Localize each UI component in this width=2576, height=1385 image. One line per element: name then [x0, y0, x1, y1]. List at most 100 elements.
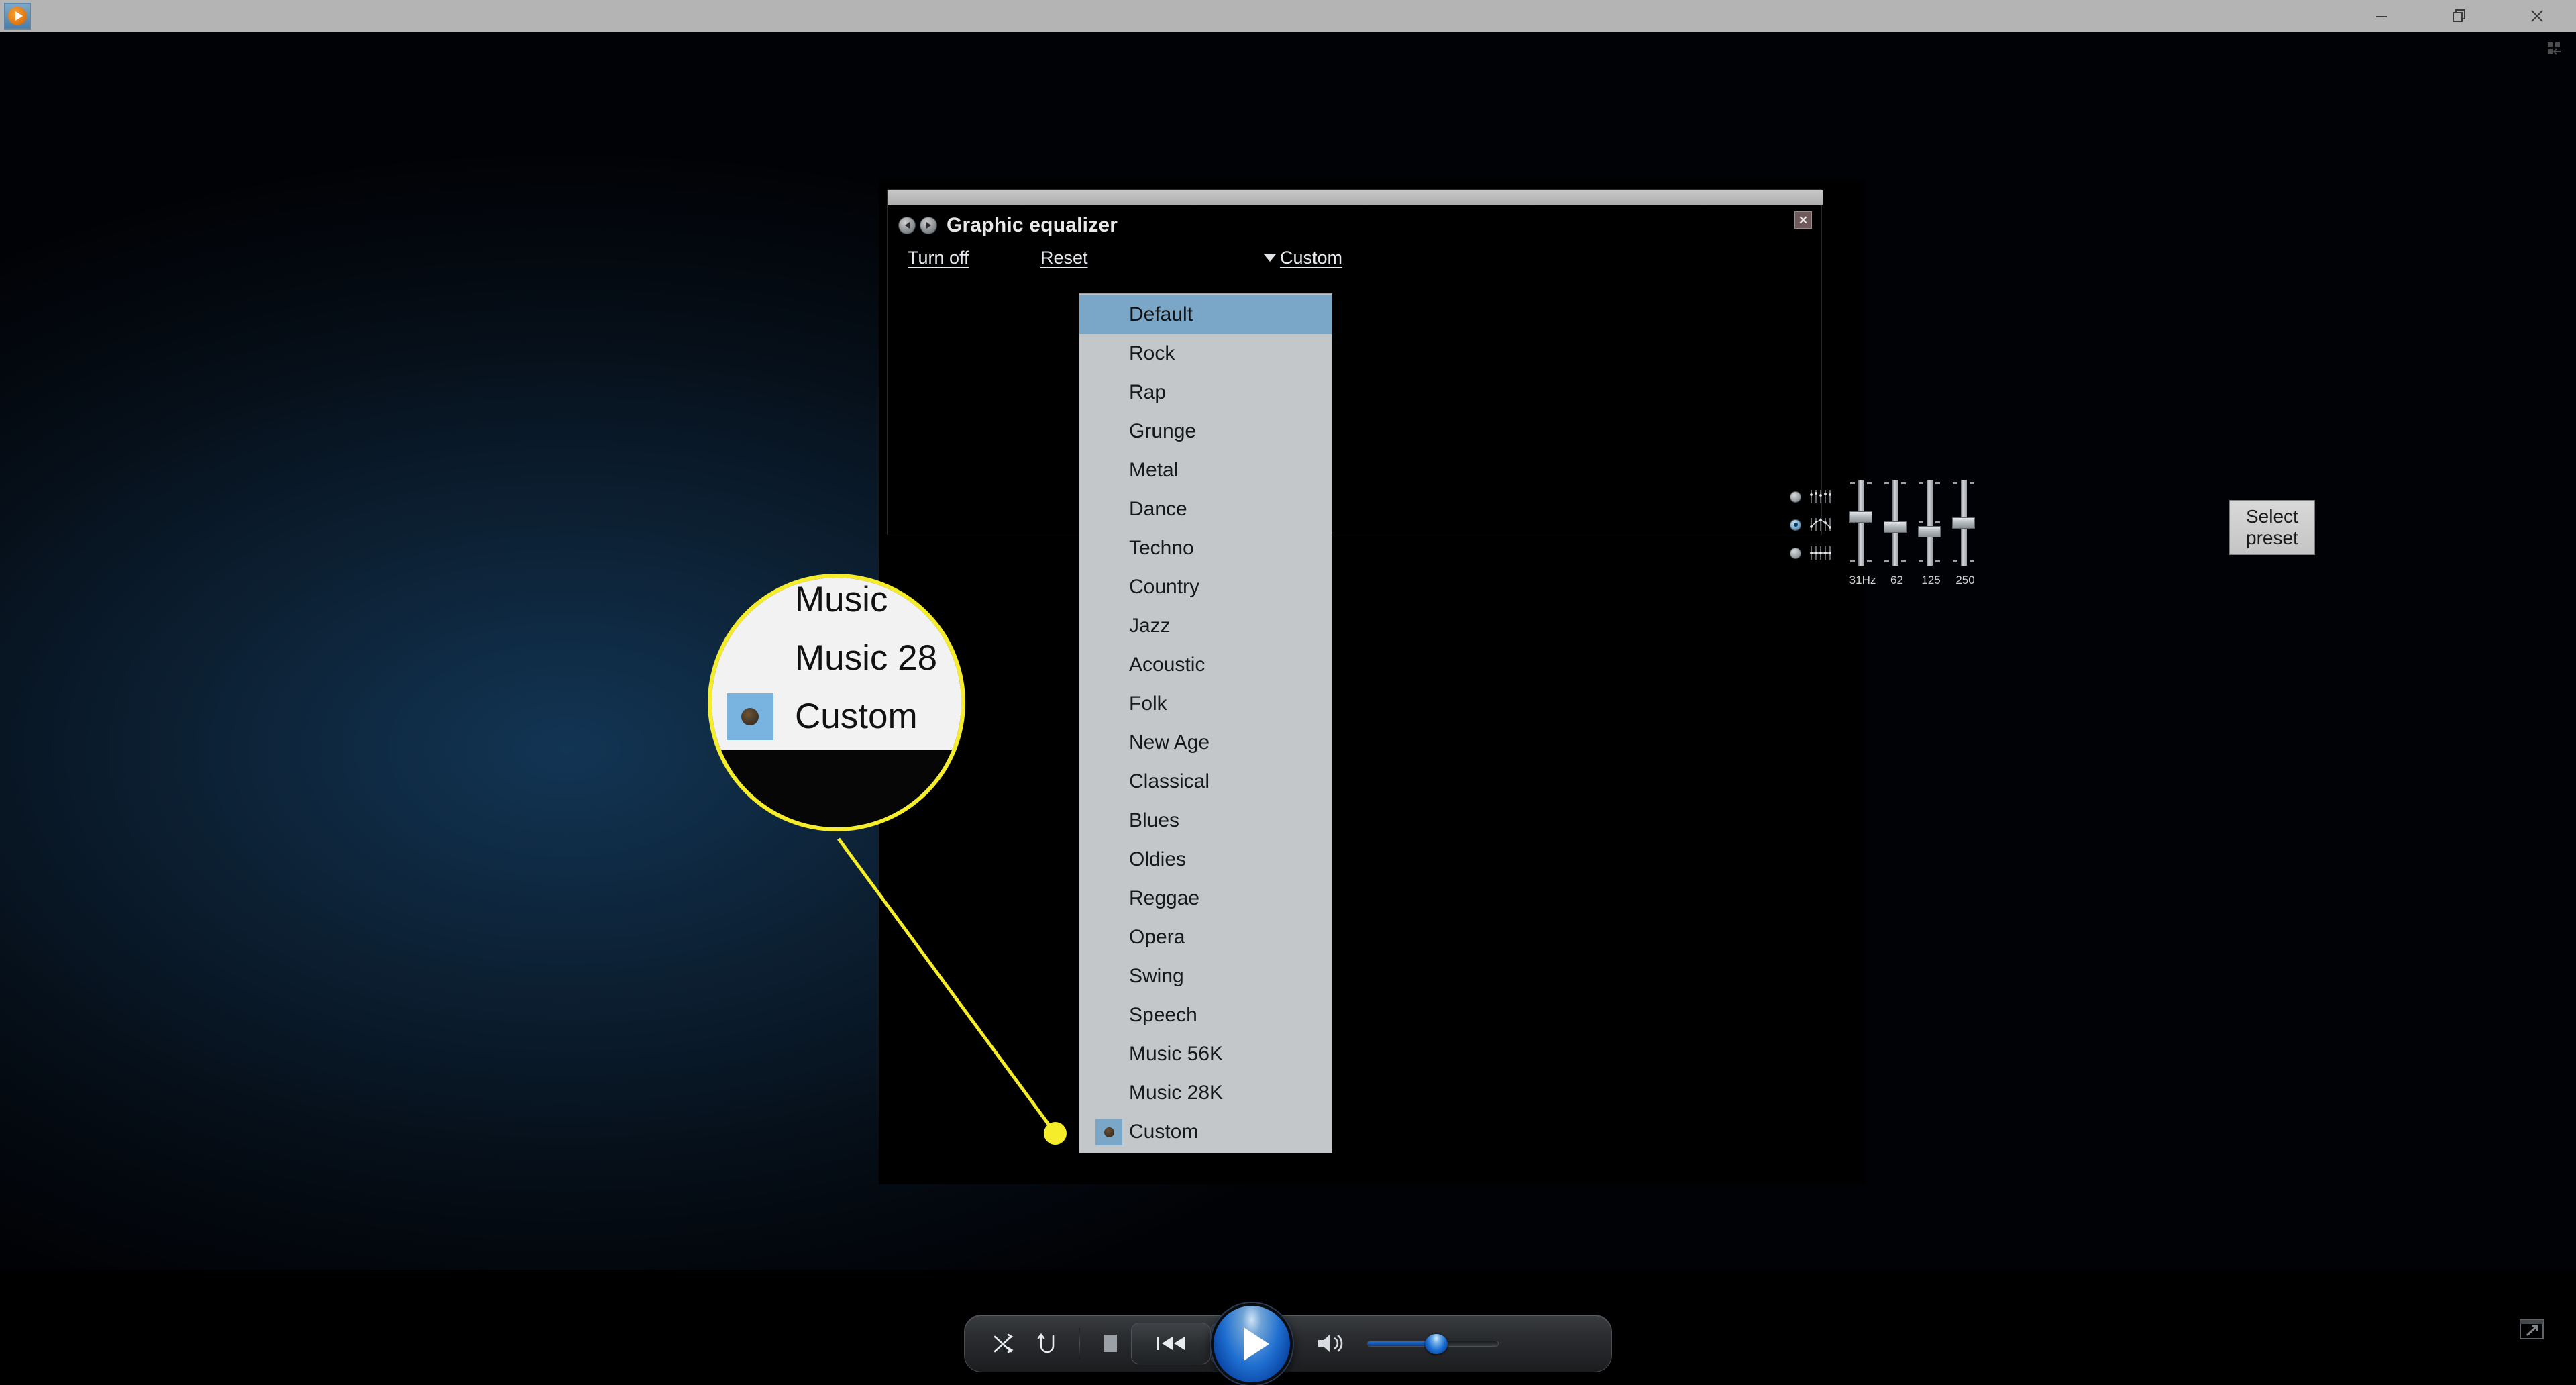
preset-option-dance[interactable]: Dance — [1079, 490, 1332, 529]
eq-slider-track — [1858, 480, 1864, 566]
callout-zoom-content: Music Music 28 Custom — [712, 578, 961, 750]
preset-option-metal[interactable]: Metal — [1079, 451, 1332, 490]
preset-option-rap[interactable]: Rap — [1079, 373, 1332, 412]
preset-option-blues[interactable]: Blues — [1079, 801, 1332, 840]
preset-option-techno[interactable]: Techno — [1079, 529, 1332, 568]
preset-option-label: Jazz — [1129, 615, 1171, 637]
eq-slider-thumb[interactable] — [1952, 517, 1975, 529]
eq-band-slider[interactable] — [1884, 480, 1907, 580]
eq-header: Graphic equalizer — [898, 214, 1118, 237]
callout-line-2: Music 28 — [795, 638, 938, 678]
eq-close-button[interactable]: ✕ — [1794, 211, 1812, 229]
eq-band-slider[interactable] — [1918, 480, 1941, 580]
preset-option-label: Classical — [1129, 770, 1210, 792]
volume-slider-thumb[interactable] — [1425, 1334, 1448, 1354]
previous-track-icon[interactable] — [1131, 1323, 1210, 1364]
select-preset-button[interactable]: Select preset — [2229, 500, 2315, 555]
eq-slider-track — [1927, 480, 1933, 566]
preset-combobox-value: Custom — [1280, 248, 1343, 268]
eq-slider-thumb[interactable] — [1918, 526, 1941, 537]
eq-band-label: 250 — [1955, 574, 1975, 586]
preset-option-label: Music 28K — [1129, 1082, 1224, 1104]
chevron-right-circle-icon[interactable] — [920, 217, 937, 234]
preset-option-label: Dance — [1129, 498, 1187, 520]
preset-option-jazz[interactable]: Jazz — [1079, 607, 1332, 646]
eq-slider-thumb[interactable] — [1884, 521, 1907, 533]
preset-option-label: Opera — [1129, 926, 1185, 948]
preset-option-label: Grunge — [1129, 420, 1197, 442]
radio-dot — [1790, 491, 1801, 503]
graphic-equalizer-panel: Graphic equalizer ✕ Turn off Reset Custo… — [887, 189, 2315, 586]
eq-slider-thumb[interactable] — [1849, 511, 1872, 523]
preset-option-label: Metal — [1129, 459, 1179, 481]
eq-band-labels: 31Hz 62 125 250 — [1845, 574, 1982, 587]
preset-dropdown-list[interactable]: Default Rock Rap Grunge Metal Dance Techno Coun… — [1079, 293, 1332, 1153]
preset-option-label: Default — [1129, 303, 1193, 325]
preset-option-rock[interactable]: Rock — [1079, 334, 1332, 373]
callout-line-1: Music — [795, 580, 888, 619]
restore-button[interactable] — [2420, 0, 2498, 32]
eq-mode-radio-group — [1790, 488, 1837, 562]
independent-sliders-icon — [1810, 490, 1831, 503]
resize-grip-icon[interactable] — [2546, 40, 2563, 58]
preset-option-opera[interactable]: Opera — [1079, 918, 1332, 957]
preset-option-new-age[interactable]: New Age — [1079, 723, 1332, 762]
preset-option-label: Speech — [1129, 1004, 1197, 1026]
eq-mode-radio-loose[interactable] — [1790, 516, 1835, 533]
eq-panel-titlebar — [888, 190, 1823, 205]
stop-icon[interactable] — [1089, 1321, 1131, 1366]
window-titlebar — [0, 0, 2576, 32]
reset-link[interactable]: Reset — [1040, 248, 1088, 268]
tight-sliders-icon — [1810, 546, 1831, 560]
callout-selected-radio — [727, 693, 773, 740]
preset-option-grunge[interactable]: Grunge — [1079, 412, 1332, 451]
preset-option-label: New Age — [1129, 731, 1210, 754]
preset-option-swing[interactable]: Swing — [1079, 957, 1332, 996]
minimize-button[interactable] — [2343, 0, 2420, 32]
eq-mode-radio-tight[interactable] — [1790, 544, 1835, 562]
preset-option-reggae[interactable]: Reggae — [1079, 879, 1332, 918]
switch-to-library-icon[interactable] — [2518, 1318, 2545, 1341]
preset-option-label: Blues — [1129, 809, 1180, 831]
preset-option-folk[interactable]: Folk — [1079, 684, 1332, 723]
preset-option-default[interactable]: Default — [1079, 295, 1332, 334]
preset-combobox[interactable]: Custom — [1264, 248, 1342, 268]
preset-option-custom[interactable]: Custom — [1079, 1113, 1332, 1151]
radio-dot — [1790, 547, 1801, 559]
preset-option-label: Country — [1129, 576, 1200, 598]
volume-slider[interactable] — [1367, 1330, 1499, 1357]
magnifier-callout: Music Music 28 Custom — [708, 574, 965, 831]
eq-mode-radio-independent[interactable] — [1790, 488, 1835, 505]
volume-speaker-icon[interactable] — [1304, 1321, 1358, 1366]
preset-option-music-56k[interactable]: Music 56K — [1079, 1035, 1332, 1074]
play-icon[interactable] — [1211, 1303, 1293, 1385]
eq-band-label: 31Hz — [1849, 574, 1876, 586]
eq-action-links: Turn off Reset Custom — [898, 248, 1703, 272]
player-control-bar — [964, 1303, 1612, 1385]
preset-option-country[interactable]: Country — [1079, 568, 1332, 607]
eq-panel-title: Graphic equalizer — [947, 214, 1118, 236]
preset-selected-radio — [1095, 1119, 1122, 1145]
eq-band-label: 62 — [1890, 574, 1903, 586]
window-controls — [2343, 0, 2576, 32]
media-player-icon — [4, 3, 31, 30]
chevron-down-icon — [1264, 254, 1276, 262]
chevron-left-circle-icon[interactable] — [898, 217, 916, 234]
preset-option-music-28k[interactable]: Music 28K — [1079, 1074, 1332, 1113]
eq-band-slider[interactable] — [1952, 480, 1975, 580]
eq-band-slider[interactable] — [1849, 480, 1872, 580]
preset-option-classical[interactable]: Classical — [1079, 762, 1332, 801]
preset-option-acoustic[interactable]: Acoustic — [1079, 646, 1332, 684]
loose-sliders-icon — [1810, 518, 1831, 531]
preset-option-oldies[interactable]: Oldies — [1079, 840, 1332, 879]
turn-off-link[interactable]: Turn off — [908, 248, 969, 268]
preset-option-label: Music 56K — [1129, 1043, 1224, 1065]
close-button[interactable] — [2498, 0, 2576, 32]
eq-band-sliders — [1849, 480, 1975, 580]
preset-option-label: Rap — [1129, 381, 1167, 403]
preset-option-label: Rock — [1129, 342, 1175, 364]
shuffle-icon[interactable] — [981, 1321, 1025, 1366]
preset-option-label: Reggae — [1129, 887, 1200, 909]
preset-option-speech[interactable]: Speech — [1079, 996, 1332, 1035]
repeat-icon[interactable] — [1025, 1321, 1069, 1366]
